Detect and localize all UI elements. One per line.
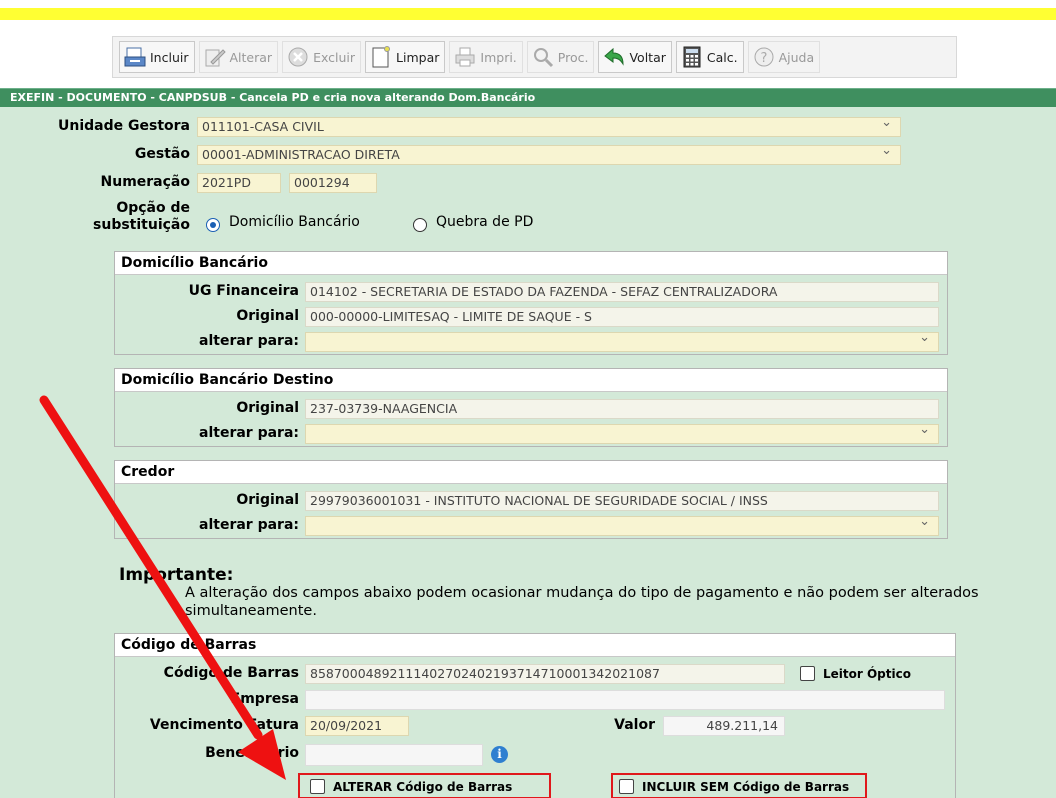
incluir-sem-codigo-label[interactable]: INCLUIR SEM Código de Barras bbox=[642, 780, 849, 794]
voltar-label: Voltar bbox=[629, 49, 666, 65]
credor-header: Credor bbox=[115, 461, 947, 484]
destino-alterar-label: alterar para: bbox=[199, 425, 299, 441]
top-bar bbox=[0, 0, 1056, 28]
quebra-pd-radio[interactable] bbox=[413, 218, 427, 232]
destino-alterar-select[interactable] bbox=[305, 421, 939, 444]
vencimento-input[interactable]: 20/09/2021 bbox=[305, 716, 409, 736]
domicilio-bancario-section: Domicílio Bancário UG Financeira 014102 … bbox=[114, 251, 948, 355]
print-icon bbox=[455, 47, 475, 67]
alterar-codigo-barras-label[interactable]: ALTERAR Código de Barras bbox=[333, 780, 512, 794]
gestao-label: Gestão bbox=[134, 146, 190, 162]
ug-financeira-field: 014102 - SECRETARIA DE ESTADO DA FAZENDA… bbox=[305, 282, 939, 302]
quebra-pd-radio-label[interactable]: Quebra de PD bbox=[436, 214, 533, 230]
clear-icon bbox=[372, 46, 391, 68]
add-document-icon bbox=[124, 47, 146, 67]
numeracao-ano-input[interactable]: 2021PD bbox=[197, 173, 281, 193]
alterar-codigo-barras-box: ALTERAR Código de Barras bbox=[298, 773, 551, 798]
credor-section: Credor Original 29979036001031 - INSTITU… bbox=[114, 460, 948, 539]
alterar-label: Alterar bbox=[229, 49, 273, 65]
calculadora-label: Calc. bbox=[706, 49, 738, 65]
info-icon[interactable]: i bbox=[491, 746, 508, 763]
top-yellow-stripe bbox=[0, 8, 1056, 20]
opcao-label-line1: Opção de bbox=[116, 200, 190, 216]
importante-title: Importante: bbox=[119, 565, 234, 585]
codigo-barras-label: Código de Barras bbox=[163, 665, 299, 681]
ajuda-button[interactable]: ? Ajuda bbox=[747, 41, 821, 73]
excluir-button[interactable]: Excluir bbox=[282, 41, 362, 73]
alterar-codigo-barras-checkbox[interactable] bbox=[310, 779, 325, 794]
search-icon bbox=[533, 48, 553, 68]
leitor-optico-checkbox[interactable] bbox=[800, 666, 815, 681]
domicilio-alterar-label: alterar para: bbox=[199, 333, 299, 349]
ug-financeira-label: UG Financeira bbox=[188, 283, 299, 299]
limpar-label: Limpar bbox=[396, 49, 440, 65]
incluir-sem-codigo-box: INCLUIR SEM Código de Barras bbox=[611, 773, 867, 798]
credor-original-label: Original bbox=[236, 492, 299, 508]
domicilio-destino-header: Domicílio Bancário Destino bbox=[115, 369, 947, 392]
leitor-optico-label[interactable]: Leitor Óptico bbox=[823, 667, 911, 681]
unidade-gestora-label: Unidade Gestora bbox=[58, 118, 190, 134]
procurar-label: Proc. bbox=[557, 49, 589, 65]
calculator-icon bbox=[683, 46, 701, 68]
unidade-gestora-select[interactable]: 011101-CASA CIVIL bbox=[197, 114, 901, 137]
domicilio-original-field: 000-00000-LIMITESAQ - LIMITE DE SAQUE - … bbox=[305, 307, 939, 327]
credor-alterar-select[interactable] bbox=[305, 513, 939, 536]
incluir-button[interactable]: Incluir bbox=[119, 41, 195, 73]
edit-icon bbox=[205, 49, 226, 67]
credor-original-field: 29979036001031 - INSTITUTO NACIONAL DE S… bbox=[305, 491, 939, 511]
beneficiario-field bbox=[305, 744, 483, 766]
svg-text:?: ? bbox=[760, 51, 767, 66]
gestao-select[interactable]: 00001-ADMINISTRACAO DIRETA bbox=[197, 142, 901, 165]
procurar-button[interactable]: Proc. bbox=[526, 41, 595, 73]
excluir-label: Excluir bbox=[313, 49, 356, 65]
empresa-field bbox=[305, 690, 945, 710]
numeracao-numero-input[interactable]: 0001294 bbox=[289, 173, 377, 193]
credor-alterar-label: alterar para: bbox=[199, 517, 299, 533]
beneficiario-label: Beneficiário bbox=[205, 745, 299, 761]
domicilio-destino-section: Domicílio Bancário Destino Original 237-… bbox=[114, 368, 948, 447]
imprimir-label: Impri. bbox=[480, 49, 517, 65]
main-form: Unidade Gestora 011101-CASA CIVIL Gestão… bbox=[0, 107, 1056, 798]
valor-label: Valor bbox=[614, 717, 655, 733]
incluir-label: Incluir bbox=[150, 49, 189, 65]
domicilio-bancario-header: Domicílio Bancário bbox=[115, 252, 947, 275]
importante-text: A alteração dos campos abaixo podem ocas… bbox=[185, 585, 979, 619]
imprimir-button[interactable]: Impri. bbox=[449, 41, 523, 73]
ajuda-label: Ajuda bbox=[778, 49, 815, 65]
help-icon: ? bbox=[754, 47, 774, 67]
codigo-barras-input[interactable]: 8587000489211140270240219371471000134202… bbox=[305, 664, 785, 684]
domicilio-bancario-radio[interactable] bbox=[206, 218, 220, 232]
codigo-barras-header: Código de Barras bbox=[115, 634, 955, 657]
valor-field: 489.211,14 bbox=[663, 716, 785, 736]
opcao-substituicao-label: Opção de substituição bbox=[10, 200, 190, 234]
domicilio-alterar-select[interactable] bbox=[305, 329, 939, 352]
empresa-label: Empresa bbox=[230, 691, 299, 707]
opcao-label-line2: substituição bbox=[93, 217, 190, 233]
codigo-barras-section: Código de Barras Código de Barras 858700… bbox=[114, 633, 956, 798]
toolbar: Incluir Alterar Excluir Limpar Impri. Pr… bbox=[112, 36, 957, 78]
domicilio-original-label: Original bbox=[236, 308, 299, 324]
incluir-sem-codigo-checkbox[interactable] bbox=[619, 779, 634, 794]
calculadora-button[interactable]: Calc. bbox=[675, 41, 744, 73]
destino-original-label: Original bbox=[236, 400, 299, 416]
alterar-button[interactable]: Alterar bbox=[198, 41, 279, 73]
back-arrow-icon bbox=[604, 47, 624, 66]
domicilio-bancario-radio-label[interactable]: Domicílio Bancário bbox=[229, 214, 360, 230]
delete-icon bbox=[288, 47, 308, 67]
numeracao-label: Numeração bbox=[100, 174, 190, 190]
vencimento-label: Vencimento Fatura bbox=[149, 717, 299, 733]
page-title: EXEFIN - DOCUMENTO - CANPDSUB - Cancela … bbox=[0, 88, 1056, 107]
limpar-button[interactable]: Limpar bbox=[365, 41, 446, 73]
voltar-button[interactable]: Voltar bbox=[598, 41, 672, 73]
destino-original-field: 237-03739-NAAGENCIA bbox=[305, 399, 939, 419]
